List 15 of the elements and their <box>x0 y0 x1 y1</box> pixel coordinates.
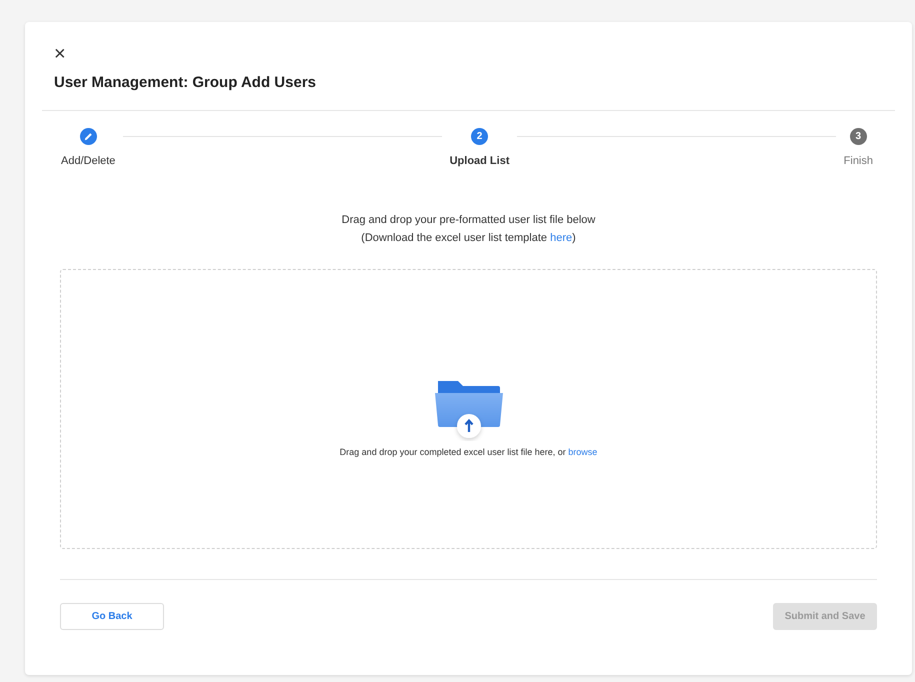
dialog-title: User Management: Group Add Users <box>54 74 317 91</box>
step-circle: 3 <box>850 128 867 145</box>
close-button[interactable]: × <box>54 44 68 64</box>
step-label: Finish <box>844 155 873 167</box>
browse-link[interactable]: browse <box>568 447 598 457</box>
step-label: Upload List <box>450 155 510 167</box>
template-link[interactable]: here <box>550 232 572 244</box>
template-text: (Download the excel user list template here) <box>361 231 576 246</box>
pencil-icon <box>84 132 93 141</box>
step-label: Add/Delete <box>61 155 116 167</box>
instruction-text: Drag and drop your pre-formatted user list file below <box>342 213 596 228</box>
drop-text: Drag and drop your completed excel user list file here, or browse <box>340 447 598 457</box>
step-circle: 2 <box>471 128 488 145</box>
drop-zone[interactable]: Drag and drop your completed excel user list file here, or browse <box>60 269 877 549</box>
back-button[interactable]: Go Back <box>60 603 164 630</box>
